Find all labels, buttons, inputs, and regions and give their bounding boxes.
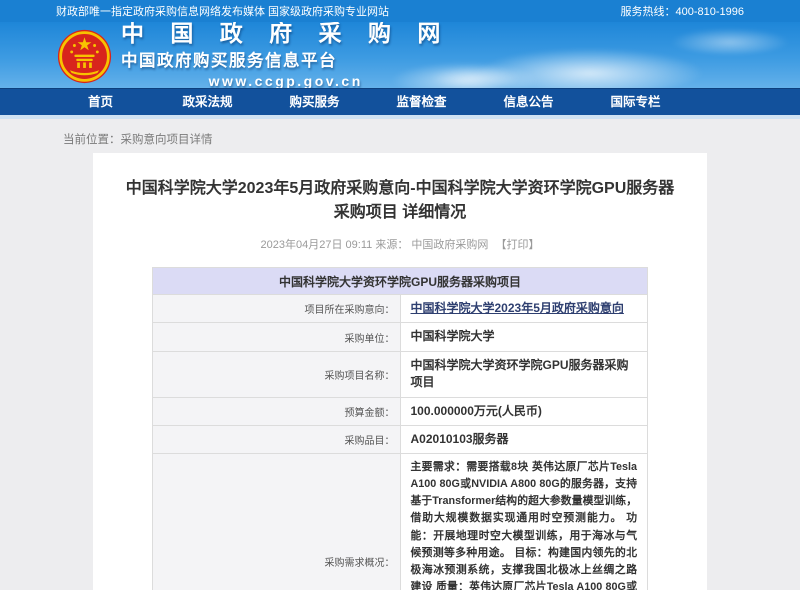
row-value: 中国科学院大学 bbox=[400, 323, 648, 351]
row-label: 采购品目： bbox=[153, 425, 401, 453]
nav-item-regulations[interactable]: 政采法规 bbox=[154, 89, 261, 115]
site-url: www.ccgp.gov.cn bbox=[121, 73, 450, 88]
top-utility-bar: 财政部唯一指定政府采购信息网络发布媒体 国家级政府采购专业网站 服务热线：400… bbox=[0, 0, 800, 22]
row-value: A02010103服务器 bbox=[400, 425, 648, 453]
detail-table: 中国科学院大学资环学院GPU服务器采购项目 项目所在采购意向： 中国科学院大学2… bbox=[152, 267, 648, 590]
national-emblem-logo bbox=[57, 29, 112, 84]
row-label: 采购单位： bbox=[153, 323, 401, 351]
row-value: 中国科学院大学资环学院GPU服务器采购项目 bbox=[400, 351, 648, 397]
table-title: 中国科学院大学资环学院GPU服务器采购项目 bbox=[153, 268, 648, 295]
table-row-budget: 预算金额： 100.000000万元(人民币) bbox=[153, 397, 648, 425]
publish-date: 2023年04月27日 09:11 bbox=[261, 239, 373, 251]
row-value: 主要需求：需要搭载8块 英伟达原厂芯片Tesla A100 80G或NVIDIA… bbox=[400, 454, 648, 590]
article-meta: 2023年04月27日 09:11 来源： 中国政府采购网 【打印】 bbox=[93, 236, 707, 252]
row-label: 采购需求概况： bbox=[153, 454, 401, 590]
table-row-requirements: 采购需求概况： 主要需求：需要搭载8块 英伟达原厂芯片Tesla A100 80… bbox=[153, 454, 648, 590]
content-card: 中国科学院大学2023年5月政府采购意向-中国科学院大学资环学院GPU服务器采购… bbox=[93, 153, 707, 590]
nav-item-home[interactable]: 首页 bbox=[47, 89, 154, 115]
nav-item-international[interactable]: 国际专栏 bbox=[582, 89, 689, 115]
breadcrumb: 当前位置：采购意向项目详情 bbox=[0, 119, 800, 153]
table-row-intent: 项目所在采购意向： 中国科学院大学2023年5月政府采购意向 bbox=[153, 295, 648, 323]
page-title: 中国科学院大学2023年5月政府采购意向-中国科学院大学资环学院GPU服务器采购… bbox=[93, 153, 707, 225]
main-navigation: 首页 政采法规 购买服务 监督检查 信息公告 国际专栏 bbox=[0, 88, 800, 115]
table-row-purchaser: 采购单位： 中国科学院大学 bbox=[153, 323, 648, 351]
source-text: 来源： 中国政府采购网 bbox=[375, 239, 488, 251]
row-label: 项目所在采购意向： bbox=[153, 295, 401, 323]
site-header-banner: 中 国 政 府 采 购 网 中国政府购买服务信息平台 www.ccgp.gov.… bbox=[0, 22, 800, 88]
procurement-intent-link[interactable]: 中国科学院大学2023年5月政府采购意向 bbox=[411, 301, 624, 315]
row-value: 100.000000万元(人民币) bbox=[400, 397, 648, 425]
table-row-project-name: 采购项目名称： 中国科学院大学资环学院GPU服务器采购项目 bbox=[153, 351, 648, 397]
media-designation-text: 财政部唯一指定政府采购信息网络发布媒体 国家级政府采购专业网站 bbox=[56, 3, 389, 19]
nav-item-supervision[interactable]: 监督检查 bbox=[368, 89, 475, 115]
site-subtitle: 中国政府购买服务信息平台 bbox=[121, 47, 450, 71]
row-label: 预算金额： bbox=[153, 397, 401, 425]
nav-item-purchase-services[interactable]: 购买服务 bbox=[261, 89, 368, 115]
row-label: 采购项目名称： bbox=[153, 351, 401, 397]
site-name: 中 国 政 府 采 购 网 bbox=[121, 22, 450, 45]
service-hotline-text: 服务热线：400-810-1996 bbox=[620, 3, 744, 19]
print-button[interactable]: 【打印】 bbox=[495, 239, 539, 251]
table-row-category: 采购品目： A02010103服务器 bbox=[153, 425, 648, 453]
nav-item-announcements[interactable]: 信息公告 bbox=[475, 89, 582, 115]
